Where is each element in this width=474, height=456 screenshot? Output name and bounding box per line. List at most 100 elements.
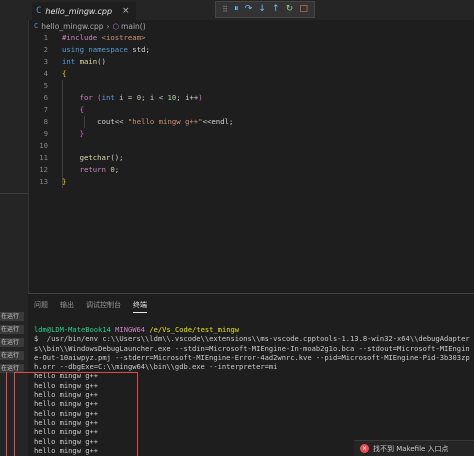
line-number: 2	[43, 45, 48, 54]
line-number: 5	[43, 81, 48, 90]
line-number: 1	[43, 33, 48, 42]
tab-debug-console[interactable]: 调试控制台	[86, 300, 121, 313]
terminal-line: hello mingw g++	[34, 390, 99, 400]
terminal-line: hello mingw g++	[34, 380, 99, 390]
cpp-file-icon: C	[36, 6, 42, 16]
code-text: {	[62, 104, 84, 116]
error-notification[interactable]: × 找不到 Makefile 入口点	[354, 440, 474, 456]
code-text: }	[62, 176, 66, 188]
line-number: 13	[39, 177, 48, 186]
terminal-line: hello mingw g++	[34, 445, 99, 455]
code-token: i =	[119, 93, 137, 102]
code-text: for (int i = 0; i < 10; i++)	[62, 92, 203, 104]
breadcrumb-separator: ›	[106, 21, 110, 31]
breadcrumb-symbol[interactable]: main()	[121, 22, 146, 31]
line-number: 12	[39, 165, 48, 174]
tab-hello-mingw-cpp[interactable]: C hello_mingw.cpp ×	[32, 2, 136, 20]
terminal-line: hello mingw g++	[34, 427, 99, 437]
code-token: return	[79, 165, 111, 174]
code-token: 10	[167, 93, 177, 102]
prompt-path: /e/Vs_Code/test_mingw	[149, 325, 240, 334]
code-text: using namespace std;	[62, 44, 150, 56]
drag-grip-icon[interactable]: ⠿	[222, 5, 228, 14]
breadcrumb: C hello_mingw.cpp › ⬡ main()	[34, 20, 146, 32]
error-icon: ×	[360, 444, 369, 453]
code-token: int	[62, 57, 80, 66]
code-token: <<endl;	[202, 117, 234, 126]
code-token: ; i++	[176, 93, 199, 102]
line-number: 6	[43, 93, 48, 102]
function-symbol-icon: ⬡	[112, 21, 120, 31]
terminal-line: hello mingw g++	[34, 417, 99, 427]
line-number: 3	[43, 57, 48, 66]
running-badge[interactable]: 在运行	[0, 338, 24, 347]
cpp-file-icon: C	[34, 22, 39, 30]
activity-sidebar-strip: 在运行 在运行 在运行 在运行 在运行	[0, 0, 29, 456]
terminal-line: hello mingw g++	[34, 408, 99, 418]
annotation-line	[6, 372, 7, 456]
tab-label: hello_mingw.cpp	[45, 6, 113, 16]
code-token: }	[62, 177, 67, 186]
code-token: int	[101, 93, 120, 102]
sidebar-divider	[0, 193, 28, 194]
code-token: getchar	[79, 153, 111, 162]
prompt-user: ldm@LDM-MateBook14	[34, 325, 111, 334]
code-token: main	[79, 57, 98, 66]
code-text: cout<< "hello mingw g++"<<endl;	[62, 116, 233, 128]
code-token: )	[198, 93, 203, 102]
terminal-line: hello mingw g++	[34, 436, 99, 446]
line-number: 9	[43, 129, 48, 138]
restart-icon[interactable]: ↻	[286, 5, 294, 14]
code-editor[interactable]: 1 #include <iostream> 2 using namespace std…	[28, 32, 474, 292]
breadcrumb-file[interactable]: hello_mingw.cpp	[41, 22, 103, 31]
code-token: <iostream>	[101, 33, 146, 42]
line-number: 8	[43, 117, 48, 126]
tab-terminal[interactable]: 终端	[133, 300, 147, 313]
line-number: 7	[43, 105, 48, 114]
running-badge-list: 在运行 在运行 在运行 在运行 在运行	[0, 312, 24, 377]
code-token: #include	[62, 33, 102, 42]
step-out-icon[interactable]: ↑	[272, 5, 280, 14]
code-token: "hello mingw g++"	[127, 117, 203, 126]
code-token: ;	[114, 165, 120, 174]
code-token: ()	[97, 57, 106, 66]
code-text: getchar();	[62, 152, 124, 164]
terminal-line: hello mingw g++	[34, 399, 99, 409]
code-token: cout<<	[62, 117, 128, 126]
code-text: #include <iostream>	[62, 32, 145, 44]
code-text: }	[62, 128, 84, 140]
code-token: }	[79, 129, 84, 138]
pause-icon[interactable]: ⏸	[234, 5, 239, 14]
code-token: ; i <	[141, 93, 168, 102]
terminal-output[interactable]: ldm@LDM-MateBook14 MINGW64 /e/Vs_Code/te…	[34, 325, 470, 456]
running-badge[interactable]: 在运行	[0, 312, 24, 321]
prompt-host: MINGW64	[115, 325, 146, 334]
code-text: return 0;	[62, 164, 120, 176]
code-token: {	[79, 105, 84, 114]
code-token: ();	[110, 153, 124, 162]
line-number: 4	[43, 69, 48, 78]
running-badge[interactable]: 在运行	[0, 351, 24, 360]
panel-tabs: 问题 输出 调试控制台 终端	[34, 300, 147, 313]
step-into-icon[interactable]: ↓	[258, 5, 266, 14]
running-badge[interactable]: 在运行	[0, 364, 24, 373]
step-over-icon[interactable]: ↷	[245, 5, 253, 14]
stop-icon[interactable]: □	[299, 5, 308, 14]
code-text: int main()	[62, 56, 106, 68]
code-token: {	[62, 69, 67, 78]
close-icon[interactable]: ×	[122, 6, 130, 16]
terminal-command: $ /usr/bin/env c:\\Users\\ldm\\.vscode\\…	[34, 334, 470, 372]
running-badge[interactable]: 在运行	[0, 325, 24, 334]
tab-output[interactable]: 输出	[60, 300, 74, 313]
code-text: {	[62, 68, 66, 80]
code-token: using namespace	[62, 45, 133, 54]
debug-toolbar: ⠿ ⏸ ↷ ↓ ↑ ↻ □	[215, 1, 315, 18]
tab-problems[interactable]: 问题	[34, 300, 48, 313]
bottom-panel: 问题 输出 调试控制台 终端 ldm@LDM-MateBook14 MINGW6…	[28, 293, 474, 456]
code-token: std;	[132, 45, 150, 54]
